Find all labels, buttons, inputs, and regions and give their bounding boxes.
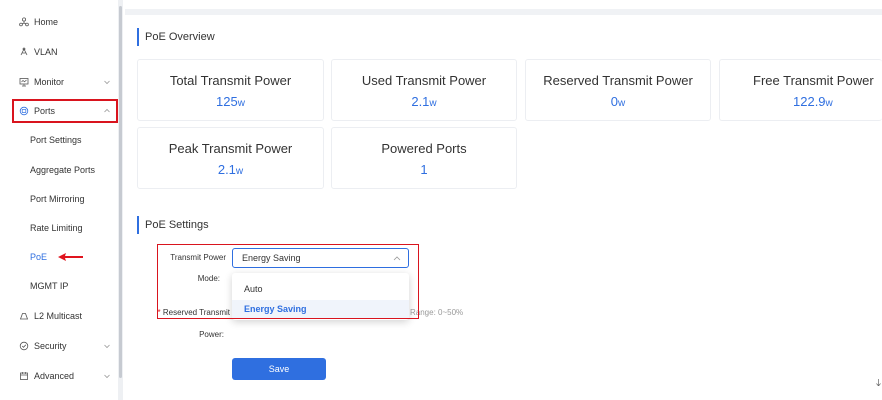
ports-highlight-box bbox=[12, 99, 118, 123]
card-value: 0w bbox=[610, 94, 626, 109]
red-arrow-pointer bbox=[58, 253, 83, 261]
poe-overview-title: PoE Overview bbox=[137, 28, 215, 46]
app-window: Home VLAN Monitor Ports Port Settings Ag… bbox=[0, 0, 882, 400]
sidebar-item-label: L2 Multicast bbox=[34, 311, 83, 321]
advanced-icon bbox=[19, 371, 29, 381]
card-label: Used Transmit Power bbox=[361, 73, 487, 88]
poe-settings-title: PoE Settings bbox=[137, 216, 209, 234]
sidebar-item-label: Security bbox=[34, 341, 67, 351]
sidebar-item-vlan[interactable]: VLAN bbox=[0, 40, 118, 64]
card-value: 122.9w bbox=[793, 94, 833, 109]
card-free-transmit-power: Free Transmit Power 122.9w bbox=[719, 59, 882, 121]
vlan-icon bbox=[19, 47, 29, 57]
mode-highlight-box bbox=[157, 244, 419, 319]
card-value: 2.1w bbox=[411, 94, 437, 109]
sidebar-item-home[interactable]: Home bbox=[0, 10, 118, 34]
sidebar-scrollbar-thumb[interactable] bbox=[119, 6, 122, 378]
top-band bbox=[125, 9, 882, 15]
sidebar-item-monitor[interactable]: Monitor bbox=[0, 70, 118, 94]
sidebar-item-l2-multicast[interactable]: L2 Multicast bbox=[0, 304, 118, 328]
chevron-down-icon bbox=[104, 344, 110, 349]
save-button[interactable]: Save bbox=[232, 358, 326, 380]
home-icon bbox=[19, 17, 29, 27]
card-label: Peak Transmit Power bbox=[168, 141, 293, 156]
sidebar-item-security[interactable]: Security bbox=[0, 334, 118, 358]
sidebar-item-advanced[interactable]: Advanced bbox=[0, 364, 118, 388]
chevron-down-icon bbox=[104, 374, 110, 379]
sidebar-item-label: Monitor bbox=[34, 77, 65, 87]
card-label: Reserved Transmit Power bbox=[543, 73, 693, 88]
sidebar-sub-aggregate-ports[interactable]: Aggregate Ports bbox=[30, 162, 95, 178]
multicast-icon bbox=[19, 311, 29, 321]
sidebar-sub-rate-limiting[interactable]: Rate Limiting bbox=[30, 220, 83, 236]
reserved-transmit-power-label-line2: Power: bbox=[199, 330, 224, 339]
card-label: Total Transmit Power bbox=[169, 73, 292, 88]
card-label: Powered Ports bbox=[381, 141, 467, 156]
card-peak-transmit-power: Peak Transmit Power 2.1w bbox=[137, 127, 324, 189]
sidebar-item-label: Advanced bbox=[34, 371, 75, 381]
sidebar-sub-port-settings[interactable]: Port Settings bbox=[30, 132, 82, 148]
card-value: 2.1w bbox=[217, 162, 244, 177]
sidebar-sub-mgmt-ip[interactable]: MGMT IP bbox=[30, 278, 68, 294]
sidebar-item-label: VLAN bbox=[34, 47, 58, 57]
monitor-icon bbox=[19, 77, 29, 87]
card-label: Free Transmit Power bbox=[753, 73, 874, 88]
sidebar: Home VLAN Monitor Ports Port Settings Ag… bbox=[0, 0, 118, 400]
sidebar-sub-poe[interactable]: PoE bbox=[30, 249, 47, 265]
sidebar-item-label: Home bbox=[34, 17, 59, 27]
card-value: 1 bbox=[420, 162, 428, 177]
sidebar-sub-port-mirroring[interactable]: Port Mirroring bbox=[30, 191, 85, 207]
card-powered-ports: Powered Ports 1 bbox=[331, 127, 517, 189]
card-total-transmit-power: Total Transmit Power 125w bbox=[137, 59, 324, 121]
shield-icon bbox=[19, 341, 29, 351]
cursor-icon bbox=[876, 379, 881, 386]
card-value: 125w bbox=[216, 94, 245, 109]
card-reserved-transmit-power: Reserved Transmit Power 0w bbox=[525, 59, 711, 121]
card-used-transmit-power: Used Transmit Power 2.1w bbox=[331, 59, 517, 121]
chevron-down-icon bbox=[104, 80, 110, 85]
